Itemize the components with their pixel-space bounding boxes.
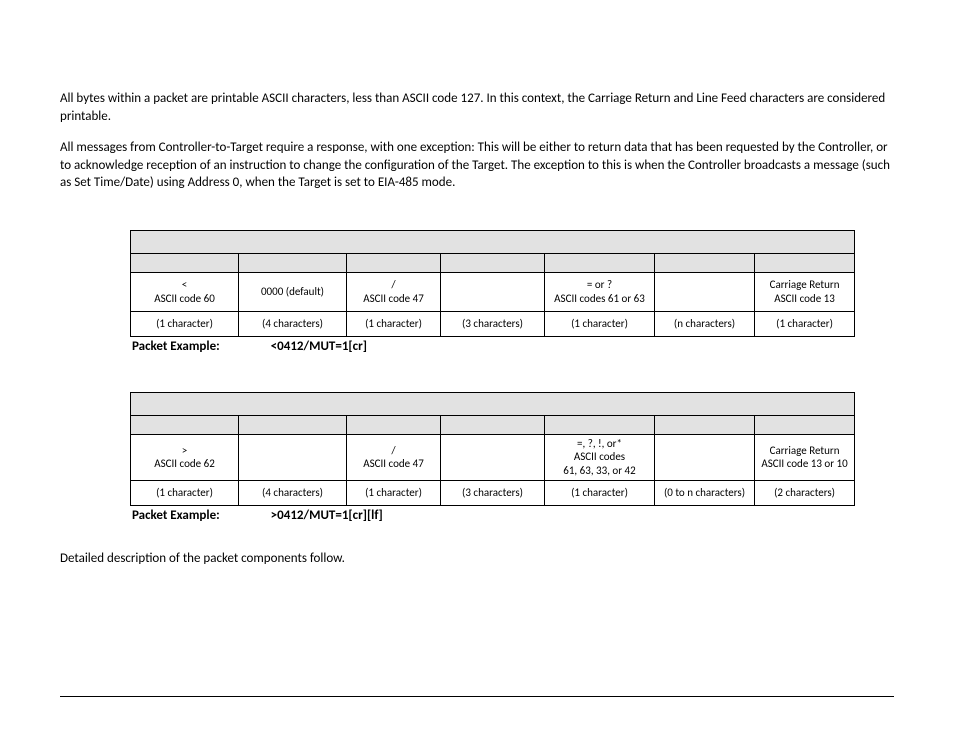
t2-c4: (3 characters) [441,480,545,505]
footer-rule [60,696,894,697]
t1-v3: /ASCII code 47 [347,272,441,311]
t1-example-label: Packet Example: [132,339,220,354]
t2-v2 [239,434,347,480]
t1-h5 [545,253,655,272]
t2-h2 [239,415,347,434]
t2-v3: /ASCII code 47 [347,434,441,480]
t1-h2 [239,253,347,272]
t2-example-value: >0412/MUT=1[cr][lf] [271,508,383,523]
t1-v6 [655,272,755,311]
t2-c5: (1 character) [545,480,655,505]
t1-v7: Carriage ReturnASCII code 13 [755,272,855,311]
t2-h4 [441,415,545,434]
t1-h6 [655,253,755,272]
t1-h1 [131,253,239,272]
t2-c1: (1 character) [131,480,239,505]
t2-example-line: Packet Example: >0412/MUT=1[cr][lf] [132,508,894,523]
t2-c3: (1 character) [347,480,441,505]
t2-title-band [131,392,855,415]
t2-v5: =, ?, !, or*ASCII codes61, 63, 33, or 42 [545,434,655,480]
t1-c6: (n characters) [655,311,755,336]
t2-v7: Carriage ReturnASCII code 13 or 10 [755,434,855,480]
t1-example-value: <0412/MUT=1[cr] [271,339,367,354]
paragraph-2: All messages from Controller-to-Target r… [60,139,894,192]
table-controller-to-target: <ASCII code 60 0000 (default) /ASCII cod… [130,230,855,337]
closing-paragraph: Detailed description of the packet compo… [60,551,894,566]
t1-title-band [131,230,855,253]
t2-h5 [545,415,655,434]
t2-h1 [131,415,239,434]
t2-h6 [655,415,755,434]
t1-v4 [441,272,545,311]
t1-c3: (1 character) [347,311,441,336]
t2-c6: (0 to n characters) [655,480,755,505]
t2-h3 [347,415,441,434]
t1-h3 [347,253,441,272]
t2-h7 [755,415,855,434]
t1-c1: (1 character) [131,311,239,336]
t1-example-line: Packet Example: <0412/MUT=1[cr] [132,339,894,354]
t1-c2: (4 characters) [239,311,347,336]
t2-v6 [655,434,755,480]
t1-c5: (1 character) [545,311,655,336]
paragraph-1: All bytes within a packet are printable … [60,90,894,125]
t2-v1: >ASCII code 62 [131,434,239,480]
t2-c7: (2 characters) [755,480,855,505]
t1-h7 [755,253,855,272]
t1-v1: <ASCII code 60 [131,272,239,311]
t1-v5: = or ?ASCII codes 61 or 63 [545,272,655,311]
table-target-to-controller: >ASCII code 62 /ASCII code 47 =, ?, !, o… [130,392,855,506]
t1-v2: 0000 (default) [239,272,347,311]
t2-v4 [441,434,545,480]
t2-c2: (4 characters) [239,480,347,505]
t1-h4 [441,253,545,272]
t1-c4: (3 characters) [441,311,545,336]
t1-c7: (1 character) [755,311,855,336]
page-content: All bytes within a packet are printable … [0,0,954,737]
t2-example-label: Packet Example: [132,508,220,523]
